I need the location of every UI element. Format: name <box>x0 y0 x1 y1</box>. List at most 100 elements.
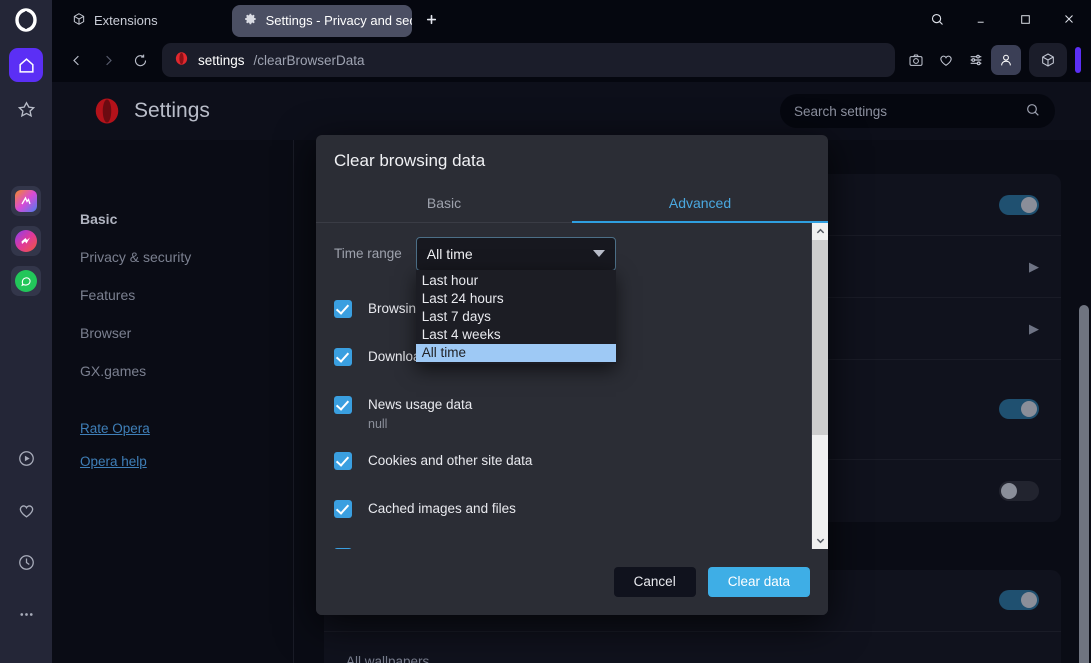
camera-icon[interactable] <box>901 45 931 75</box>
nav-label: Basic <box>80 211 118 227</box>
checkbox[interactable] <box>334 500 352 519</box>
link-opera-help[interactable]: Opera help <box>52 445 293 478</box>
heart-icon[interactable] <box>9 493 43 527</box>
history-icon[interactable] <box>9 545 43 579</box>
checkbox[interactable] <box>334 299 352 318</box>
settings-row-all-wallpapers[interactable]: All wallpapers <box>324 632 1061 663</box>
opera-logo-icon[interactable] <box>0 0 52 40</box>
extensions-button-group <box>1029 43 1067 77</box>
player-icon[interactable] <box>9 441 43 475</box>
url-scheme: settings <box>198 52 245 68</box>
checkbox-label: Cookies and other site data <box>368 453 533 469</box>
minimize-icon[interactable] <box>959 0 1003 38</box>
page-scrollbar[interactable] <box>1079 140 1089 663</box>
checkbox-sublabel: null <box>368 417 388 432</box>
forward-arrow-icon[interactable] <box>92 44 124 76</box>
chevron-right-icon: ▶ <box>1029 320 1039 336</box>
option-label: Last hour <box>421 273 479 289</box>
dialog-footer: Cancel Clear data <box>316 548 828 615</box>
toggle-switch[interactable] <box>999 194 1039 215</box>
link-label: Rate Opera <box>80 421 150 436</box>
checkbox-row-news-usage-data[interactable]: News usage data null <box>334 385 810 442</box>
heart-icon[interactable] <box>931 45 961 75</box>
tab-extensions[interactable]: Extensions <box>60 5 170 37</box>
checkbox[interactable] <box>334 395 352 414</box>
window-controls <box>915 0 1091 38</box>
search-icon[interactable] <box>915 0 959 38</box>
sidebar-item-browser[interactable]: Browser <box>52 314 293 352</box>
sliders-icon[interactable] <box>961 45 991 75</box>
option-label: All time <box>421 345 467 361</box>
sidebar-item-privacy-security[interactable]: Privacy & security <box>52 238 293 276</box>
cube-icon <box>72 12 86 29</box>
left-sidebar <box>0 0 52 663</box>
settings-nav: Basic Privacy & security Features Browse… <box>52 140 294 663</box>
nav-label: GX.games <box>80 363 147 379</box>
cube-icon[interactable] <box>1033 45 1063 75</box>
checkbox-label: Passwords and other sign-in data <box>368 547 568 548</box>
close-icon[interactable] <box>1047 0 1091 38</box>
sidebar-accent-bar <box>1075 47 1081 73</box>
back-arrow-icon[interactable] <box>60 44 92 76</box>
tab-advanced[interactable]: Advanced <box>572 185 828 223</box>
dropdown-option-last-24-hours[interactable]: Last 24 hours <box>416 290 616 308</box>
profile-icon[interactable] <box>991 45 1021 75</box>
opera-icon <box>174 51 189 69</box>
dropdown-option-all-time[interactable]: All time <box>415 343 616 362</box>
search-settings-input[interactable]: Search settings <box>780 94 1055 128</box>
dropdown-option-last-4-weeks[interactable]: Last 4 weeks <box>416 326 616 344</box>
checkbox-row-cookies[interactable]: Cookies and other site data <box>334 441 810 489</box>
dialog-scrollbar[interactable] <box>811 222 828 549</box>
checkbox[interactable] <box>334 347 352 366</box>
clear-data-button[interactable]: Clear data <box>707 566 810 597</box>
tab-settings[interactable]: Settings - Privacy and secu <box>231 4 412 37</box>
toggle-switch[interactable] <box>999 480 1039 501</box>
checkbox-label: News usage data <box>368 396 473 412</box>
opera-logo-icon <box>92 96 122 126</box>
maximize-icon[interactable] <box>1003 0 1047 38</box>
checkbox-row-cached-images[interactable]: Cached images and files <box>334 489 810 537</box>
time-range-row: Time range All time Last hour Last 24 ho… <box>334 236 810 364</box>
dropdown-option-last-7-days[interactable]: Last 7 days <box>416 308 616 326</box>
sidebar-item-basic[interactable]: Basic <box>52 200 293 238</box>
url-input[interactable]: settings/clearBrowserData <box>162 43 895 77</box>
sidebar-item-whatsapp[interactable] <box>11 266 41 296</box>
new-tab-button[interactable] <box>418 5 446 33</box>
sidebar-item-messenger[interactable] <box>11 226 41 256</box>
search-icon <box>1025 102 1041 121</box>
more-icon[interactable] <box>9 597 43 631</box>
option-label: Last 24 hours <box>421 291 504 307</box>
page-title: Settings <box>134 99 210 122</box>
reload-icon[interactable] <box>124 44 156 76</box>
dialog-title: Clear browsing data <box>334 151 486 170</box>
tab-label: Basic <box>426 195 462 212</box>
sidebar-bottom-group <box>9 441 43 663</box>
time-range-dropdown: Last hour Last 24 hours Last 7 days Last… <box>415 269 616 364</box>
checkbox[interactable] <box>334 452 352 471</box>
cancel-button[interactable]: Cancel <box>613 566 696 597</box>
sidebar-item-favorites[interactable] <box>9 92 43 126</box>
gear-icon <box>244 12 258 29</box>
link-rate-opera[interactable]: Rate Opera <box>52 412 293 445</box>
checkbox-row-passwords[interactable]: Passwords and other sign-in data <box>334 537 810 549</box>
checkbox-label: Cached images and files <box>368 501 516 517</box>
chevron-right-icon: ▶ <box>1029 258 1039 274</box>
sidebar-item-home[interactable] <box>9 48 43 82</box>
scroll-up-icon[interactable] <box>812 223 828 240</box>
scroll-down-icon[interactable] <box>812 532 828 549</box>
clear-browsing-data-dialog: Clear browsing data Basic Advanced Time … <box>316 135 828 615</box>
time-range-select[interactable]: All time <box>415 236 616 271</box>
dialog-content: Time range All time Last hour Last 24 ho… <box>316 223 828 549</box>
tab-basic[interactable]: Basic <box>316 185 572 223</box>
toggle-switch[interactable] <box>999 590 1039 611</box>
toggle-switch[interactable] <box>999 399 1039 420</box>
dropdown-option-last-hour[interactable]: Last hour <box>416 272 616 290</box>
time-range-label: Time range <box>334 246 402 262</box>
sidebar-item-aria[interactable] <box>11 186 41 216</box>
option-label: Last 7 days <box>421 309 491 325</box>
dialog-tabs: Basic Advanced <box>316 185 828 223</box>
sidebar-item-features[interactable]: Features <box>52 276 293 314</box>
address-bar: settings/clearBrowserData <box>52 38 1091 82</box>
tab-label: Settings - Privacy and secu <box>265 13 412 28</box>
sidebar-item-gxgames[interactable]: GX.games <box>52 352 293 390</box>
